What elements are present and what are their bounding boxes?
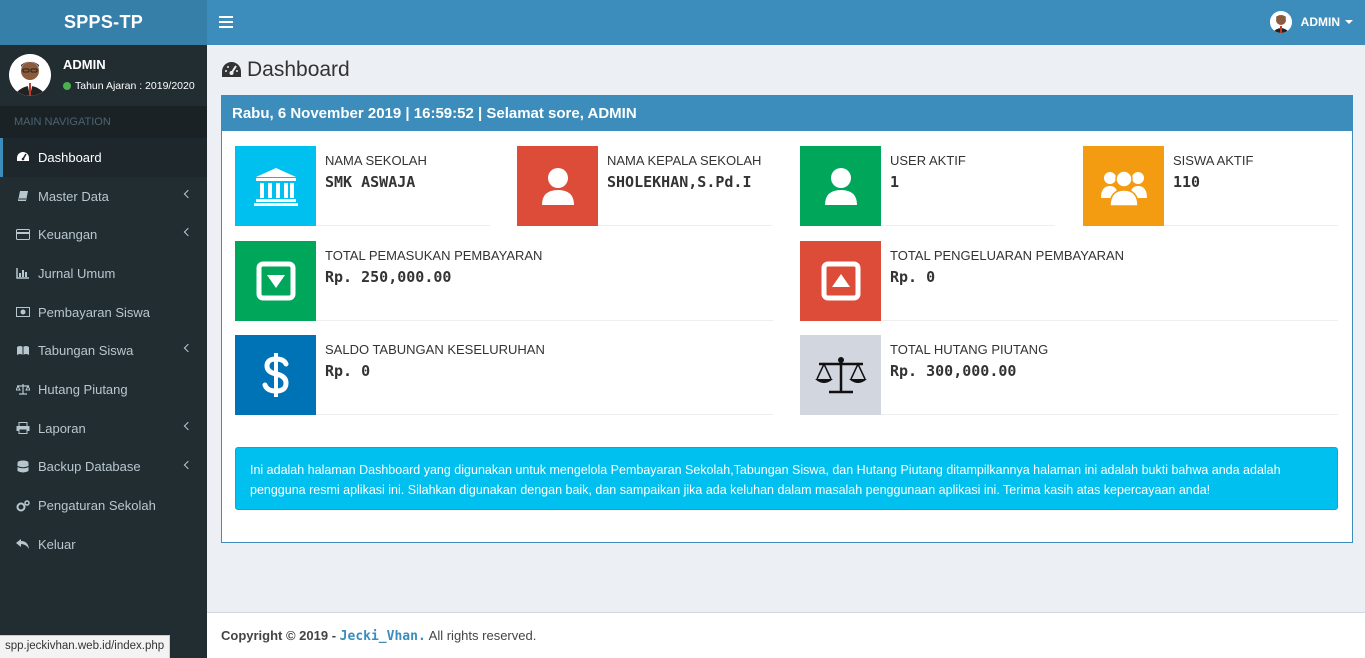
- book-icon: [16, 190, 30, 202]
- money-icon: [16, 306, 30, 318]
- sidebar-item-tabungan-siswa[interactable]: Tabungan Siswa: [0, 331, 207, 370]
- sidebar-item-label: Dashboard: [38, 149, 102, 165]
- balance-scale-icon: [16, 383, 30, 396]
- reply-icon: [16, 538, 30, 550]
- info-box-value: Rp. 0: [325, 362, 371, 380]
- sidebar-item-master-data[interactable]: Master Data: [0, 177, 207, 216]
- info-box-value: 110: [1173, 173, 1201, 191]
- sidebar-toggle-icon[interactable]: [219, 13, 233, 31]
- info-box-saldo-tabungan: SALDO TABUNGAN KESELURUHAN Rp. 0: [235, 335, 773, 415]
- database-icon: [16, 460, 30, 473]
- info-box-user-aktif: USER AKTIF 1: [800, 146, 1055, 226]
- page-title: Dashboard: [221, 58, 350, 82]
- caret-square-up-icon: [800, 241, 881, 321]
- balance-scale-icon: [800, 335, 881, 415]
- footer: Copyright © 2019 - Jecki_Vhan. All right…: [207, 612, 1365, 658]
- online-status-icon: [63, 82, 71, 90]
- info-box-label: TOTAL HUTANG PIUTANG: [890, 342, 1049, 357]
- info-box-label: USER AKTIF: [890, 153, 966, 168]
- sidebar-item-pembayaran-siswa[interactable]: Pembayaran Siswa: [0, 293, 207, 332]
- footer-rights: All rights reserved.: [428, 628, 537, 643]
- info-box-value: 1: [890, 173, 900, 191]
- sidebar-item-pengaturan-sekolah[interactable]: Pengaturan Sekolah: [0, 486, 207, 525]
- info-box-label: TOTAL PENGELUARAN PEMBAYARAN: [890, 248, 1125, 263]
- print-icon: [16, 422, 30, 435]
- dashboard-icon: [221, 61, 242, 79]
- user-icon: [800, 146, 881, 226]
- caret-square-down-icon: [235, 241, 316, 321]
- avatar: [9, 54, 51, 96]
- academic-year-text: Tahun Ajaran : 2019/2020: [75, 80, 195, 92]
- credit-card-icon: [16, 229, 30, 241]
- info-box-value: Rp. 250,000.00: [325, 268, 452, 286]
- nav-header: MAIN NAVIGATION: [0, 106, 207, 138]
- sidebar-item-label: Keluar: [38, 536, 76, 552]
- sidebar-item-label: Pengaturan Sekolah: [38, 498, 156, 514]
- footer-copyright: Copyright © 2019 -: [221, 628, 337, 643]
- info-box-kepala-sekolah: NAMA KEPALA SEKOLAH SHOLEKHAN,S.Pd.I: [517, 146, 772, 226]
- sidebar-item-label: Laporan: [38, 420, 86, 436]
- info-box-nama-sekolah: NAMA SEKOLAH SMK ASWAJA: [235, 146, 490, 226]
- sidebar-item-label: Tabungan Siswa: [38, 343, 134, 359]
- avatar: [1269, 11, 1292, 33]
- info-box-label: NAMA SEKOLAH: [325, 153, 427, 168]
- info-box-total-pemasukan: TOTAL PEMASUKAN PEMBAYARAN Rp. 250,000.0…: [235, 241, 773, 321]
- info-box-value: Rp. 0: [890, 268, 936, 286]
- info-box-siswa-aktif: SISWA AKTIF 110: [1083, 146, 1338, 226]
- info-box-label: SISWA AKTIF: [1173, 153, 1254, 168]
- chevron-left-icon: [183, 421, 193, 431]
- info-box-label: TOTAL PEMASUKAN PEMBAYARAN: [325, 248, 543, 263]
- sidebar-item-hutang-piutang[interactable]: Hutang Piutang: [0, 370, 207, 409]
- sidebar-item-dashboard[interactable]: Dashboard: [0, 138, 207, 177]
- sidebar-item-label: Backup Database: [38, 459, 141, 475]
- caret-down-icon: [1345, 20, 1353, 24]
- user-menu[interactable]: ADMIN: [1269, 11, 1353, 33]
- chevron-left-icon: [183, 228, 193, 237]
- sidebar-item-keluar[interactable]: Keluar: [0, 525, 207, 564]
- bar-chart-icon: [16, 267, 30, 280]
- chevron-left-icon: [183, 344, 193, 353]
- status-url: spp.jeckivhan.web.id/index.php: [0, 635, 171, 658]
- user-panel: ADMIN Tahun Ajaran : 2019/2020: [0, 45, 207, 106]
- sidebar-item-backup-database[interactable]: Backup Database: [0, 448, 207, 487]
- user-icon: [517, 146, 598, 226]
- sidebar-item-keuangan[interactable]: Keuangan: [0, 215, 207, 254]
- sidebar-username: ADMIN: [63, 57, 106, 72]
- sidebar-item-label: Keuangan: [38, 227, 98, 243]
- footer-author-link[interactable]: Jecki_Vhan.: [340, 629, 426, 644]
- box-header: Rabu, 6 November 2019 | 16:59:52 | Selam…: [222, 95, 1352, 131]
- page-title-text: Dashboard: [247, 58, 350, 81]
- open-book-icon: [16, 345, 30, 357]
- info-box-total-pengeluaran: TOTAL PENGELUARAN PEMBAYARAN Rp. 0: [800, 241, 1338, 321]
- chevron-left-icon: [183, 460, 193, 469]
- info-box-hutang-piutang: TOTAL HUTANG PIUTANG Rp. 300,000.00: [800, 335, 1338, 415]
- dollar-icon: [235, 335, 316, 415]
- info-box-value: SHOLEKHAN,S.Pd.I: [607, 173, 752, 191]
- info-callout: Ini adalah halaman Dashboard yang diguna…: [235, 447, 1338, 510]
- info-box-value: SMK ASWAJA: [325, 173, 416, 191]
- info-box-label: SALDO TABUNGAN KESELURUHAN: [325, 342, 545, 357]
- sidebar-item-laporan[interactable]: Laporan: [0, 409, 207, 448]
- sidebar-item-label: Hutang Piutang: [38, 381, 128, 397]
- sidebar-item-label: Jurnal Umum: [38, 265, 116, 281]
- sidebar-item-jurnal-umum[interactable]: Jurnal Umum: [0, 254, 207, 293]
- sidebar-item-label: Pembayaran Siswa: [38, 304, 150, 320]
- app-logo[interactable]: SPPS-TP: [0, 0, 207, 45]
- sidebar-item-label: Master Data: [38, 188, 109, 204]
- top-navbar: ADMIN: [207, 0, 1365, 45]
- info-box-value: Rp. 300,000.00: [890, 362, 1017, 380]
- users-icon: [1083, 146, 1164, 226]
- chevron-left-icon: [183, 189, 193, 198]
- dashboard-icon: [16, 151, 30, 163]
- academic-year: Tahun Ajaran : 2019/2020: [63, 80, 195, 92]
- info-box-label: NAMA KEPALA SEKOLAH: [607, 153, 762, 168]
- gears-icon: [16, 499, 30, 512]
- institution-icon: [235, 146, 316, 226]
- sidebar: ADMIN Tahun Ajaran : 2019/2020 MAIN NAVI…: [0, 45, 207, 658]
- user-menu-label: ADMIN: [1300, 15, 1340, 29]
